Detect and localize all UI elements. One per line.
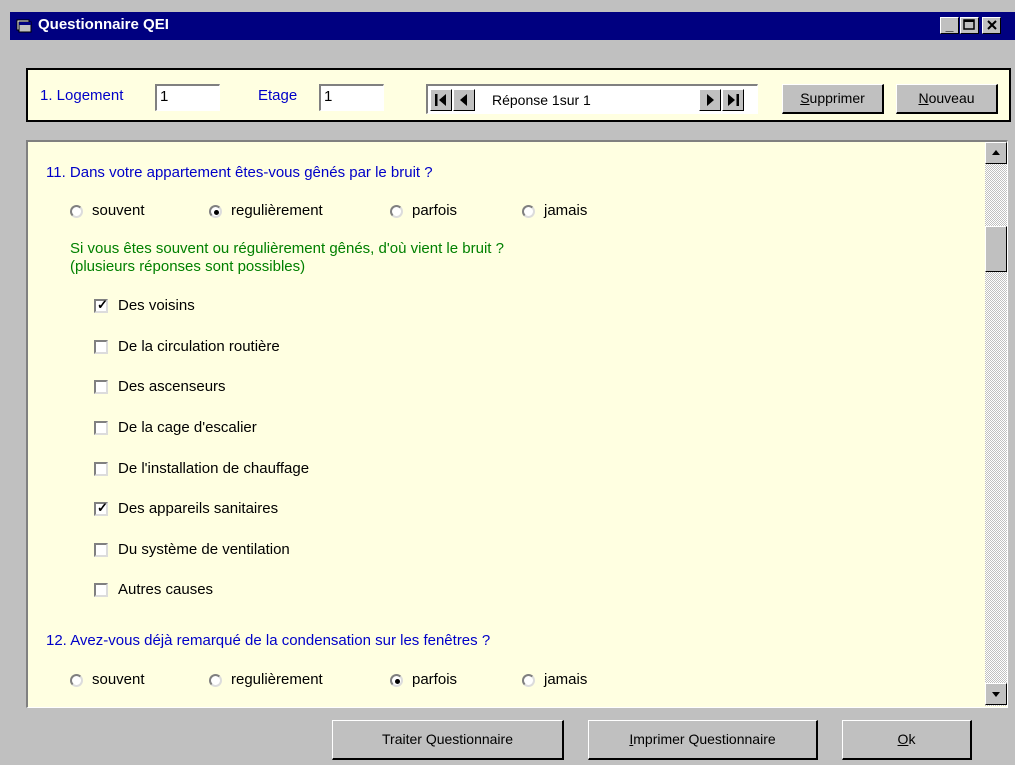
checkbox-icon bbox=[94, 583, 108, 597]
scrollbar-thumb[interactable] bbox=[985, 226, 1007, 272]
scroll-up-button[interactable] bbox=[985, 142, 1007, 164]
maximize-button[interactable] bbox=[960, 17, 979, 34]
radio-icon bbox=[390, 674, 403, 687]
option-label: jamais bbox=[544, 671, 588, 688]
noise-source-question-line2: (plusieurs réponses sont possibles) bbox=[70, 258, 306, 275]
question-12-options: souvent regulièrement parfois jamais bbox=[70, 671, 630, 691]
radio-icon bbox=[390, 205, 403, 218]
checkbox-icon bbox=[94, 462, 108, 476]
question-11-options: souvent regulièrement parfois jamais bbox=[70, 202, 630, 222]
checkbox-icon bbox=[94, 543, 108, 557]
option-label: souvent bbox=[92, 202, 145, 219]
traiter-questionnaire-button[interactable]: Traiter Questionnaire bbox=[332, 720, 564, 760]
option-label: jamais bbox=[544, 202, 588, 219]
app-window: Questionnaire QEI _ 1. Logement 1 Etage … bbox=[0, 0, 1015, 765]
next-record-icon bbox=[707, 94, 714, 106]
previous-record-icon bbox=[460, 94, 467, 106]
radio-selected-dot bbox=[214, 210, 219, 215]
ok-button[interactable]: Ok bbox=[842, 720, 972, 760]
checkbox-label: Autres causes bbox=[118, 581, 214, 598]
checkbox-label: De l'installation de chauffage bbox=[118, 460, 310, 477]
etage-field[interactable]: 1 bbox=[319, 84, 384, 111]
radio-icon bbox=[209, 205, 222, 218]
noise-source-question: Si vous êtes souvent ou régulièrement gê… bbox=[70, 240, 504, 276]
source-autres-checkbox[interactable]: Autres causes bbox=[94, 581, 394, 601]
first-record-button[interactable] bbox=[430, 89, 452, 111]
questionnaire-panel: 11. Dans votre appartement êtes-vous gên… bbox=[26, 140, 1008, 708]
supprimer-mnemonic: S bbox=[800, 90, 810, 106]
question-12-title: 12. Avez-vous déjà remarqué de la conden… bbox=[46, 632, 491, 649]
first-record-icon bbox=[435, 94, 446, 106]
logement-label: 1. Logement bbox=[40, 87, 124, 104]
checkbox-icon: ✓ bbox=[94, 501, 108, 516]
ok-label: k bbox=[908, 731, 916, 747]
source-voisins-checkbox[interactable]: ✓ Des voisins bbox=[94, 297, 394, 317]
checkbox-label: De la circulation routière bbox=[118, 338, 280, 355]
source-sanitaires-checkbox[interactable]: ✓ Des appareils sanitaires bbox=[94, 500, 394, 520]
option-label: parfois bbox=[412, 671, 458, 688]
ok-mnemonic: O bbox=[897, 731, 909, 747]
next-record-button[interactable] bbox=[699, 89, 721, 111]
option-label: souvent bbox=[92, 671, 145, 688]
checkbox-label: Des voisins bbox=[118, 297, 195, 314]
logement-field[interactable]: 1 bbox=[155, 84, 220, 111]
radio-icon bbox=[522, 205, 535, 218]
imprimer-questionnaire-button[interactable]: Imprimer Questionnaire bbox=[588, 720, 818, 760]
source-circulation-checkbox[interactable]: De la circulation routière bbox=[94, 338, 394, 358]
checkbox-icon bbox=[94, 380, 108, 394]
radio-icon bbox=[522, 674, 535, 687]
source-ventilation-checkbox[interactable]: Du système de ventilation bbox=[94, 541, 394, 561]
etage-label: Etage bbox=[258, 87, 298, 104]
traiter-label: Traiter Questionnaire bbox=[382, 731, 513, 747]
radio-icon bbox=[70, 674, 83, 687]
checkbox-icon bbox=[94, 421, 108, 435]
nouveau-button[interactable]: Nouveau bbox=[896, 84, 998, 114]
last-record-button[interactable] bbox=[722, 89, 744, 111]
checkbox-icon: ✓ bbox=[94, 298, 108, 313]
window-title: Questionnaire QEI bbox=[38, 16, 169, 33]
scroll-up-icon bbox=[992, 150, 1000, 155]
source-ascenseurs-checkbox[interactable]: Des ascenseurs bbox=[94, 378, 394, 398]
imprimer-label: mprimer Questionnaire bbox=[633, 731, 776, 747]
vertical-scrollbar[interactable] bbox=[985, 142, 1007, 706]
nouveau-label: ouveau bbox=[928, 90, 975, 106]
questionnaire-scroll-area: 11. Dans votre appartement êtes-vous gên… bbox=[28, 142, 984, 706]
noise-source-question-line1: Si vous êtes souvent ou régulièrement gê… bbox=[70, 240, 504, 257]
close-button[interactable] bbox=[982, 17, 1001, 34]
source-chauffage-checkbox[interactable]: De l'installation de chauffage bbox=[94, 460, 394, 480]
radio-selected-dot bbox=[395, 679, 400, 684]
record-header-panel: 1. Logement 1 Etage 1 Réponse 1sur 1 Sup… bbox=[26, 68, 1011, 122]
option-label: parfois bbox=[412, 202, 458, 219]
source-escalier-checkbox[interactable]: De la cage d'escalier bbox=[94, 419, 394, 439]
checkbox-label: De la cage d'escalier bbox=[118, 419, 257, 436]
last-record-icon bbox=[728, 94, 739, 106]
title-bar: Questionnaire QEI _ bbox=[10, 12, 1015, 40]
previous-record-button[interactable] bbox=[453, 89, 475, 111]
option-label: regulièrement bbox=[231, 202, 323, 219]
minimize-icon: _ bbox=[945, 17, 954, 33]
scroll-down-icon bbox=[992, 692, 1000, 697]
app-icon bbox=[16, 19, 32, 33]
supprimer-label: upprimer bbox=[809, 90, 865, 106]
radio-icon bbox=[70, 205, 83, 218]
nouveau-mnemonic: N bbox=[918, 90, 929, 106]
record-position-label: Réponse 1sur 1 bbox=[492, 92, 591, 108]
option-label: regulièrement bbox=[231, 671, 323, 688]
checkbox-label: Des ascenseurs bbox=[118, 378, 226, 395]
maximize-icon bbox=[963, 19, 975, 30]
radio-icon bbox=[209, 674, 222, 687]
checkbox-label: Des appareils sanitaires bbox=[118, 500, 279, 517]
question-11-title: 11. Dans votre appartement êtes-vous gên… bbox=[46, 164, 433, 181]
supprimer-button[interactable]: Supprimer bbox=[782, 84, 884, 114]
minimize-button[interactable]: _ bbox=[940, 17, 959, 34]
checkbox-icon bbox=[94, 340, 108, 354]
checkbox-label: Du système de ventilation bbox=[118, 541, 290, 558]
close-icon bbox=[986, 20, 997, 30]
record-navigator: Réponse 1sur 1 bbox=[426, 84, 758, 114]
scroll-down-button[interactable] bbox=[985, 683, 1007, 705]
